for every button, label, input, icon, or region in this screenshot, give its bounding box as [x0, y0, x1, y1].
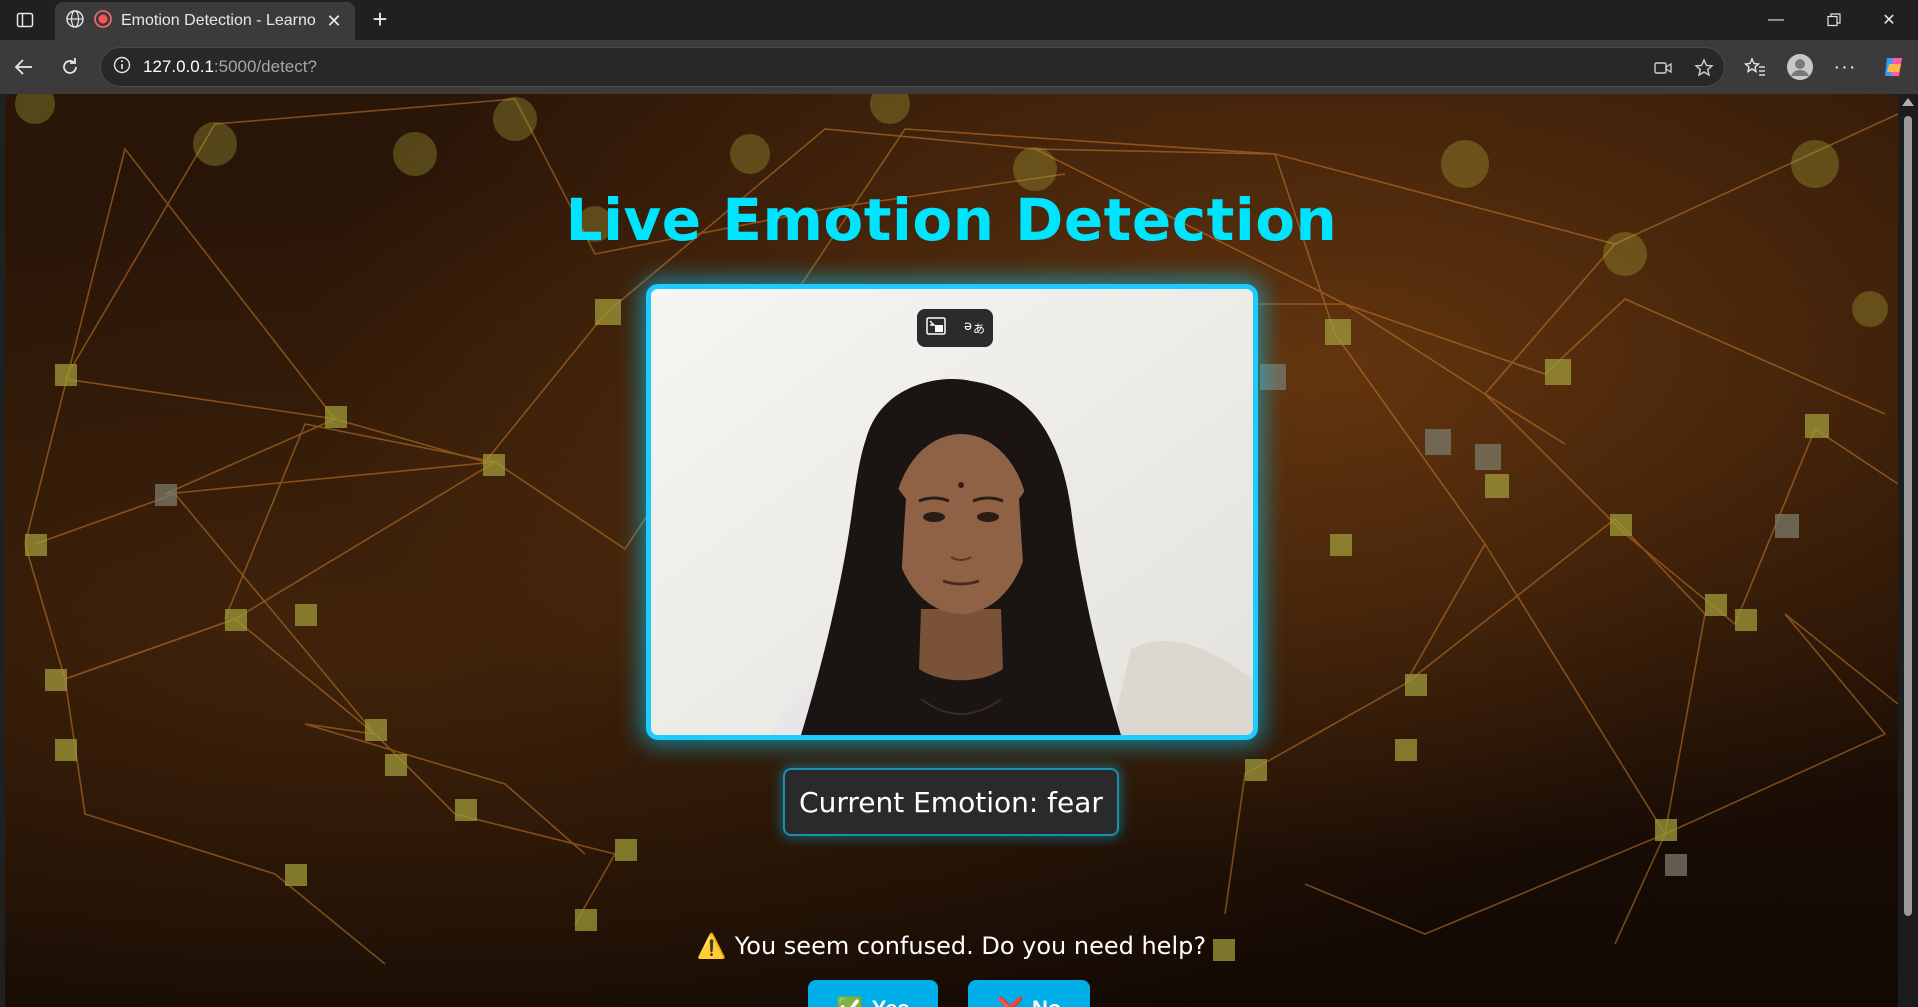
reload-icon[interactable] [53, 50, 87, 84]
page-scrollbar[interactable] [1898, 94, 1918, 1007]
no-button-label: No [1032, 996, 1061, 1007]
favorites-icon[interactable] [1738, 50, 1772, 84]
tab-bar: Emotion Detection - Learnor ✕ + — ✕ [0, 0, 1918, 40]
close-window-icon[interactable]: ✕ [1860, 0, 1918, 40]
camera-in-use-icon[interactable] [1649, 54, 1677, 82]
url-host: 127.0.0.1 [143, 57, 214, 76]
warning-icon: ⚠️ [696, 932, 727, 960]
no-button[interactable]: ❌ No [968, 980, 1090, 1007]
close-tab-icon[interactable]: ✕ [323, 11, 345, 32]
sidebar-toggle-icon[interactable] [0, 0, 50, 40]
address-bar[interactable]: 127.0.0.1:5000/detect? [100, 47, 1725, 87]
scrollbar-thumb[interactable] [1904, 116, 1912, 916]
help-prompt: ⚠️ You seem confused. Do you need help? [5, 932, 1898, 960]
copilot-icon[interactable] [1877, 50, 1911, 84]
browser-tab[interactable]: Emotion Detection - Learnor ✕ [55, 2, 355, 40]
favorite-star-icon[interactable] [1690, 54, 1718, 82]
svg-text:あ: あ [973, 322, 985, 335]
scroll-up-icon[interactable] [1902, 98, 1914, 106]
browser-toolbar: 127.0.0.1:5000/detect? ··· [0, 40, 1918, 94]
check-icon: ✅ [836, 996, 863, 1007]
svg-text:ə: ə [964, 319, 972, 334]
profile-avatar-icon[interactable] [1783, 50, 1817, 84]
recording-icon [93, 9, 113, 34]
webcam-video-frame: əあ [646, 284, 1258, 740]
yes-button[interactable]: ✅ Yes [808, 980, 938, 1007]
new-tab-icon[interactable]: + [364, 4, 396, 36]
more-options-icon[interactable]: ··· [1828, 50, 1862, 84]
picture-in-picture-icon[interactable] [925, 316, 946, 340]
minimize-icon[interactable]: — [1747, 0, 1805, 40]
page-viewport: Live Emotion Detection ə あ Current Emoti… [5, 94, 1898, 1007]
globe-icon [65, 9, 85, 34]
site-info-icon[interactable] [113, 56, 131, 79]
restore-icon[interactable] [1805, 0, 1863, 40]
help-prompt-text: You seem confused. Do you need help? [734, 932, 1207, 960]
webcam-feed-image [651, 289, 1253, 735]
cross-icon: ❌ [997, 996, 1024, 1007]
video-overlay-controls: əあ [917, 309, 993, 347]
page-title: Live Emotion Detection [565, 186, 1338, 254]
tab-title: Emotion Detection - Learnor [121, 12, 315, 29]
back-icon[interactable] [7, 50, 41, 84]
yes-button-label: Yes [872, 996, 910, 1007]
current-emotion-label: Current Emotion: fear [783, 768, 1119, 836]
url-text: 127.0.0.1:5000/detect? [143, 57, 317, 77]
url-path: :5000/detect? [213, 57, 317, 76]
translate-icon[interactable]: əあ [963, 317, 985, 340]
